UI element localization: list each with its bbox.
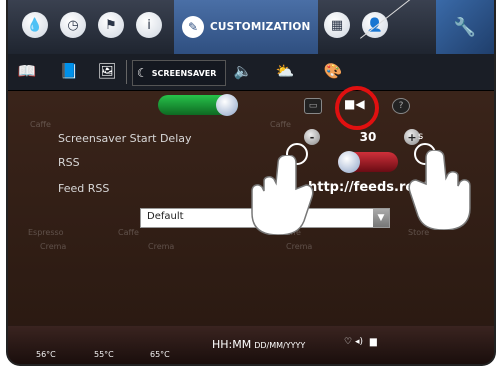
dropdown-selected-value: Default <box>147 211 184 222</box>
battery-icon: ▆ <box>369 337 377 347</box>
weather-cloud-icon[interactable]: ⛅ <box>274 61 296 81</box>
palette-icon[interactable]: 🎨 <box>322 61 344 81</box>
background-text: Espresso <box>28 228 64 237</box>
book-open-icon[interactable]: 📘 <box>58 61 80 81</box>
tab-customization-label: CUSTOMIZATION <box>210 21 311 33</box>
rss-toggle[interactable] <box>338 151 398 173</box>
background-text: Crema <box>286 242 313 251</box>
divider <box>126 60 127 84</box>
brush-icon: ✎ <box>182 16 204 38</box>
status-time: HH:MM <box>212 338 252 351</box>
status-clock: HH:MM DD/MM/YYYY <box>212 338 305 351</box>
screensaver-icon: ☾ <box>137 66 148 80</box>
start-delay-unit: s <box>418 131 424 142</box>
background-text: Crema <box>40 242 67 251</box>
highlight-circle <box>335 86 379 130</box>
flag-icon[interactable]: ⚑ <box>98 12 124 38</box>
other-mode-icon[interactable]: ? <box>392 98 410 114</box>
background-text: Crema <box>148 242 175 251</box>
background-text: Caffe <box>270 120 291 129</box>
tab-customization[interactable]: ✎ CUSTOMIZATION <box>174 0 318 54</box>
temperature-readout: 65°C <box>150 350 170 359</box>
chevron-down-icon: ▼ <box>373 209 389 227</box>
tab-screensaver[interactable]: ☾ SCREENSAVER <box>132 60 226 86</box>
rss-label: RSS <box>58 156 80 169</box>
background-text: Caffe <box>30 120 51 129</box>
info-icon[interactable]: i <box>136 12 162 38</box>
feed-rss-label: Feed RSS <box>58 182 110 195</box>
background-text: Caffe <box>118 228 139 237</box>
speaker-icon[interactable]: 🔈 <box>232 61 254 81</box>
device-screen: 💧 ◷ ⚑ i ✎ CUSTOMIZATION ▦ 👤 🔧 📖 📘 🖼 ☾ SC… <box>6 0 496 366</box>
water-drop-icon[interactable]: 💧 <box>22 12 48 38</box>
hand-pointer-icon <box>251 155 314 235</box>
book-icon[interactable]: 📖 <box>16 61 38 81</box>
toggle-knob <box>338 151 360 173</box>
temperature-readout: 55°C <box>94 350 114 359</box>
status-date: DD/MM/YYYY <box>254 341 306 350</box>
start-delay-minus-button[interactable]: - <box>304 129 320 145</box>
image-mode-icon[interactable]: ▭ <box>304 98 322 114</box>
start-delay-label: Screensaver Start Delay <box>58 132 192 145</box>
status-icons: ♡ ◂) ▆ <box>344 337 377 347</box>
picture-icon[interactable]: 🖼 <box>96 61 118 81</box>
menu-card-icon[interactable]: ▦ <box>324 12 350 38</box>
wrench-icon[interactable]: 🔧 <box>436 0 494 54</box>
toggle-knob <box>216 94 238 116</box>
heart-icon: ♡ <box>344 337 353 347</box>
clock-icon[interactable]: ◷ <box>60 12 86 38</box>
volume-icon: ◂) <box>354 337 363 347</box>
screensaver-enable-toggle[interactable] <box>158 94 238 116</box>
start-delay-value: 30 <box>359 130 377 144</box>
temperature-readout: 56°C <box>36 350 56 359</box>
tab-screensaver-label: SCREENSAVER <box>151 68 217 78</box>
hand-pointer-icon <box>408 150 471 230</box>
